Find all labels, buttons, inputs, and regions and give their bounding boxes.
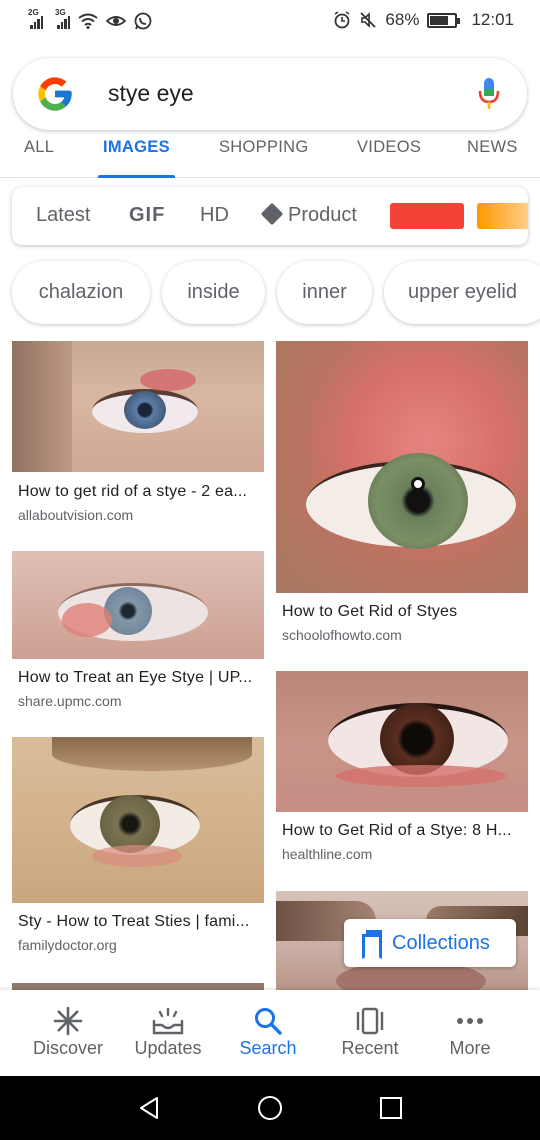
nav-label: Recent bbox=[341, 1038, 399, 1058]
updates-icon bbox=[152, 1007, 184, 1035]
tag-icon bbox=[260, 202, 284, 226]
search-tabs: ALL IMAGES SHOPPING VIDEOS NEWS bbox=[0, 130, 540, 178]
nav-more[interactable]: More bbox=[416, 990, 524, 1076]
nav-discover[interactable]: Discover bbox=[14, 990, 122, 1076]
filter-gif[interactable]: GIF bbox=[129, 204, 165, 227]
related-chip[interactable]: chalazion bbox=[12, 261, 150, 324]
nav-label: Search bbox=[239, 1038, 297, 1058]
status-bar: 2G 3G 68% 12:01 bbox=[0, 0, 540, 46]
collections-label: Collections bbox=[392, 931, 490, 954]
discover-icon bbox=[53, 1006, 83, 1036]
nav-recent[interactable]: Recent bbox=[316, 990, 424, 1076]
result-title: Sty - How to Treat Sties | fami... bbox=[18, 913, 250, 930]
result-image bbox=[276, 341, 528, 593]
image-result[interactable]: How to Treat an Eye Stye | UP... share.u… bbox=[12, 551, 264, 721]
mute-icon bbox=[360, 12, 377, 28]
clock: 12:01 bbox=[471, 10, 514, 29]
result-image bbox=[12, 551, 264, 659]
nav-label: More bbox=[449, 1038, 491, 1058]
battery-percent: 68% bbox=[385, 10, 420, 29]
search-bar[interactable]: stye eye bbox=[13, 58, 527, 130]
filter-product-label: Product bbox=[288, 204, 357, 226]
search-icon bbox=[255, 1008, 282, 1035]
nav-label: Discover bbox=[32, 1038, 103, 1058]
filter-bar: Latest GIF HD Product bbox=[12, 187, 528, 245]
image-result[interactable]: How to get rid of a stye - 2 ea... allab… bbox=[12, 341, 264, 531]
tab-all[interactable]: ALL bbox=[19, 138, 59, 178]
signal-icon: 3G bbox=[55, 8, 70, 29]
whatsapp-icon bbox=[134, 12, 152, 30]
image-result[interactable]: How to Get Rid of Styes schoolofhowto.co… bbox=[276, 341, 528, 651]
mic-icon[interactable] bbox=[477, 76, 501, 112]
more-icon bbox=[457, 1018, 483, 1024]
system-nav-bar bbox=[0, 1076, 540, 1140]
recents-icon[interactable] bbox=[379, 1096, 403, 1120]
battery-level bbox=[430, 15, 449, 25]
alarm-icon bbox=[334, 11, 350, 29]
image-result[interactable]: How to Get Rid of a Stye: 8 H... healthl… bbox=[276, 671, 528, 871]
related-chip[interactable]: inner bbox=[277, 261, 372, 324]
related-chip[interactable]: inside bbox=[162, 261, 265, 324]
image-result[interactable] bbox=[12, 983, 264, 990]
result-source: schoolofhowto.com bbox=[282, 627, 402, 643]
result-image bbox=[12, 341, 264, 472]
google-logo bbox=[38, 77, 72, 111]
network-type-label: 2G bbox=[28, 8, 39, 17]
image-result[interactable]: Sty - How to Treat Sties | fami... famil… bbox=[12, 737, 264, 967]
tab-news[interactable]: NEWS bbox=[462, 138, 523, 178]
tab-shopping[interactable]: SHOPPING bbox=[214, 138, 314, 178]
result-title: How to Get Rid of Styes bbox=[282, 603, 458, 620]
result-source: healthline.com bbox=[282, 846, 373, 862]
nav-updates[interactable]: Updates bbox=[114, 990, 222, 1076]
bookmark-icon bbox=[362, 930, 384, 956]
result-source: familydoctor.org bbox=[18, 937, 117, 953]
result-image bbox=[12, 737, 264, 903]
filter-latest[interactable]: Latest bbox=[36, 204, 90, 227]
network-type-label: 3G bbox=[55, 8, 66, 17]
result-title: How to Get Rid of a Stye: 8 H... bbox=[282, 822, 512, 839]
result-title: How to get rid of a stye - 2 ea... bbox=[18, 483, 248, 500]
battery-icon bbox=[427, 12, 461, 28]
tab-videos[interactable]: VIDEOS bbox=[352, 138, 426, 178]
filter-hd[interactable]: HD bbox=[200, 204, 229, 227]
result-source: allaboutvision.com bbox=[18, 507, 134, 523]
filter-product[interactable]: Product bbox=[260, 202, 357, 227]
result-title: How to Treat an Eye Stye | UP... bbox=[18, 669, 253, 686]
result-source: share.upmc.com bbox=[18, 693, 122, 709]
collections-button[interactable]: Collections bbox=[344, 919, 516, 967]
signal-icon: 2G bbox=[28, 8, 43, 29]
color-filter-red[interactable] bbox=[390, 203, 464, 229]
back-icon[interactable] bbox=[137, 1096, 161, 1120]
search-input[interactable]: stye eye bbox=[108, 80, 194, 107]
nav-label: Updates bbox=[134, 1038, 202, 1058]
nav-search[interactable]: Search bbox=[214, 990, 322, 1076]
result-image bbox=[276, 671, 528, 812]
home-icon[interactable] bbox=[257, 1095, 283, 1121]
recent-icon bbox=[356, 1007, 384, 1035]
tab-images[interactable]: IMAGES bbox=[98, 138, 175, 178]
color-filter-orange[interactable] bbox=[477, 203, 528, 229]
bottom-nav: Discover Updates Search Recent More bbox=[0, 990, 540, 1076]
related-chip[interactable]: upper eyelid bbox=[384, 261, 540, 324]
eye-icon bbox=[106, 16, 126, 26]
wifi-icon bbox=[78, 13, 98, 29]
